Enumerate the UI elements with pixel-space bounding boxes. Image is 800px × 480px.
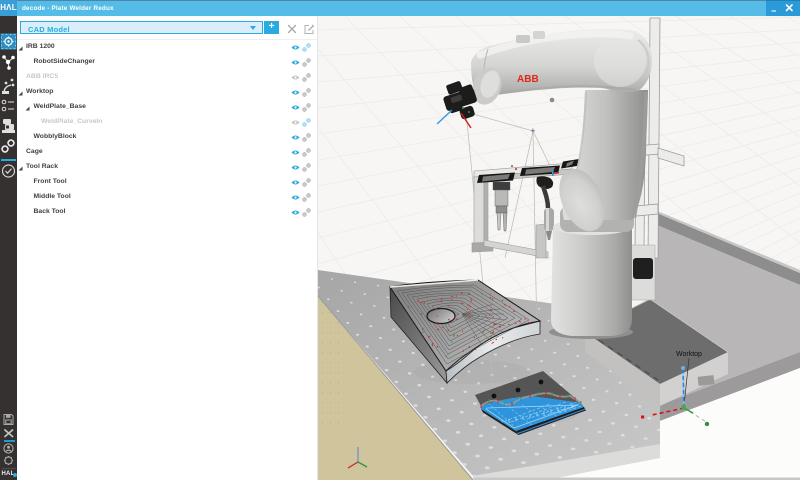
svg-text:Worktop: Worktop <box>676 351 702 358</box>
svg-text:ABB: ABB <box>517 74 539 85</box>
